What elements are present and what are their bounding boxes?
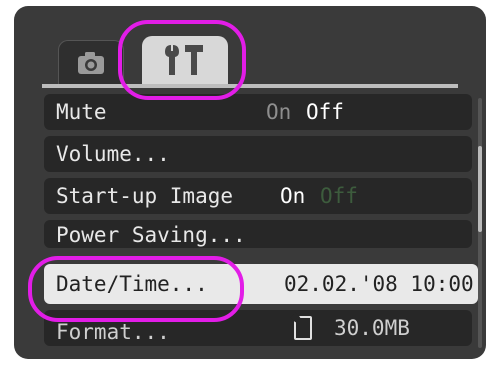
format-capacity-value: 30.0MB [334,316,410,340]
startup-image-label: Start-up Image [56,184,234,208]
mute-option-on[interactable]: On [266,94,291,130]
highlight-oval-date-time [28,256,244,322]
date-time-value: 02.02.'08 10:00 [284,272,474,296]
highlight-oval-setup-tab [118,20,246,100]
volume-label: Volume... [56,142,170,166]
startup-option-off[interactable]: Off [320,178,358,214]
mute-option-off[interactable]: Off [306,94,344,130]
tab-camera[interactable] [58,40,124,85]
tab-header-divider [42,84,458,88]
menu-row-startup-image[interactable]: Start-up Image On Off [44,178,472,214]
scrollbar[interactable] [478,98,482,348]
startup-option-on[interactable]: On [280,178,305,214]
scrollbar-thumb[interactable] [478,146,482,232]
mute-label: Mute [56,100,107,124]
menu-row-volume[interactable]: Volume... [44,136,472,172]
memory-card-icon [294,316,312,340]
menu-row-power-saving[interactable]: Power Saving... [44,220,472,248]
menu-row-mute[interactable]: Mute On Off [44,94,472,130]
camera-icon [78,52,104,74]
power-saving-label: Power Saving... [56,223,246,247]
